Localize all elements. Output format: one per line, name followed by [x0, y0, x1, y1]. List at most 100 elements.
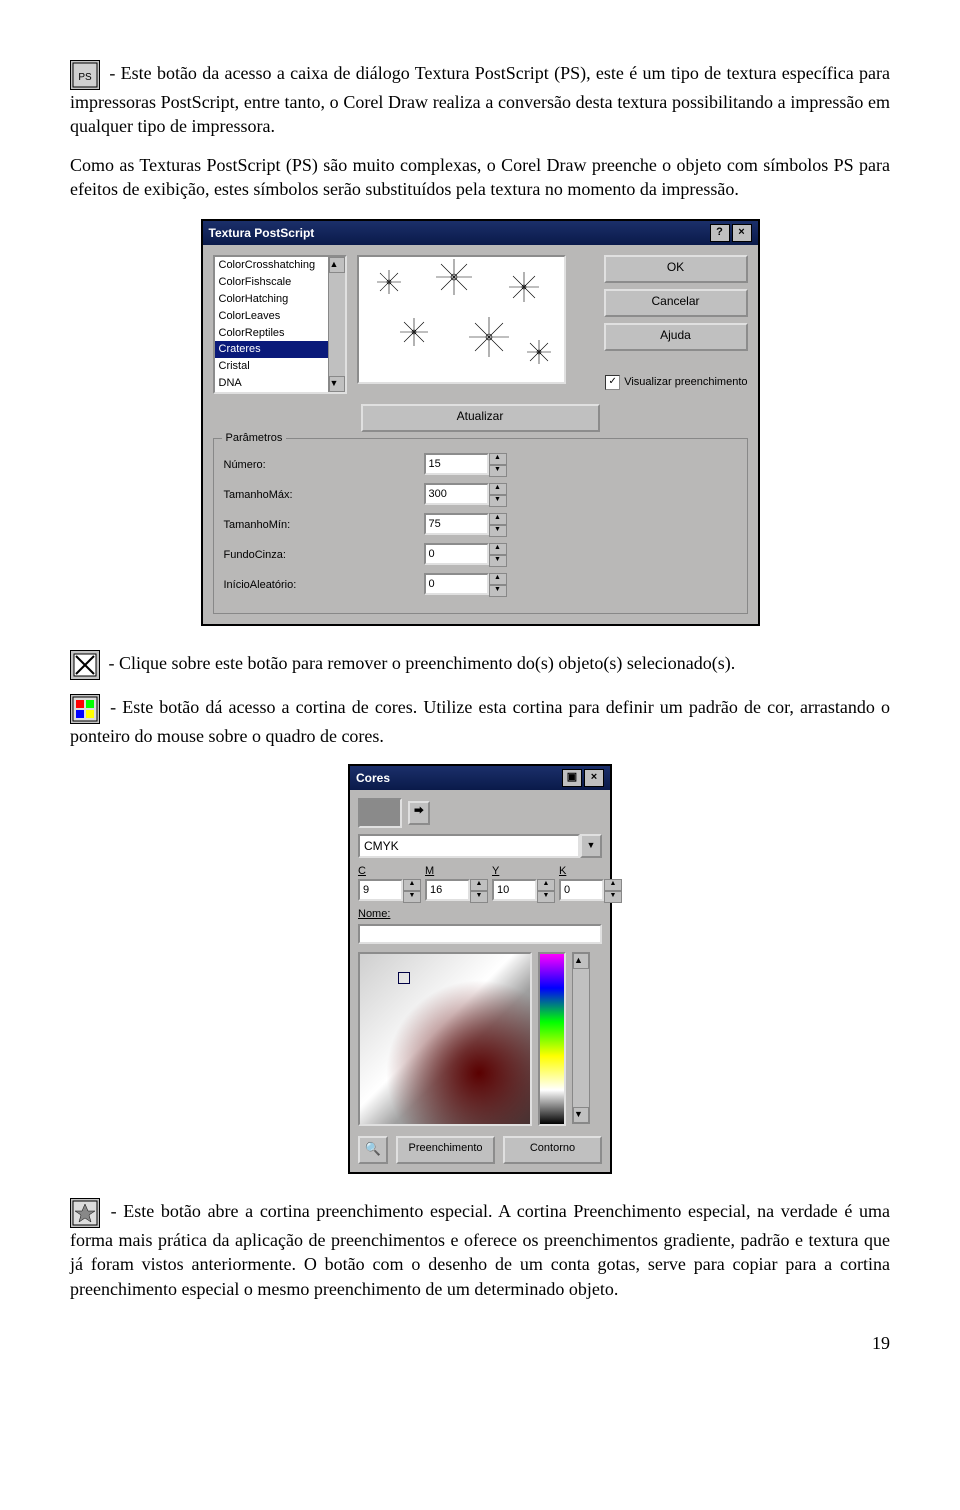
list-item[interactable]: ColorCrosshatching — [215, 257, 328, 274]
channel-label: M — [425, 864, 488, 879]
color-model-select[interactable] — [358, 834, 580, 858]
param-row: Número: ▲▼ — [224, 453, 737, 477]
channel-spinner[interactable]: ▲▼ — [559, 879, 622, 903]
paragraph-remove-fill: - Clique sobre este botão para remover o… — [70, 650, 890, 680]
spin-down-icon[interactable]: ▼ — [489, 555, 507, 567]
param-spinner[interactable]: ▲▼ — [424, 453, 507, 477]
swatch-flyout-button[interactable]: ⮕ — [408, 801, 430, 825]
list-item[interactable]: ColorHatching — [215, 291, 328, 308]
param-input[interactable] — [424, 483, 489, 505]
channel-input[interactable] — [358, 879, 403, 901]
channel-label: Y — [492, 864, 555, 879]
spin-down-icon[interactable]: ▼ — [489, 495, 507, 507]
help-button[interactable]: Ajuda — [604, 323, 748, 351]
channel-input[interactable] — [492, 879, 537, 901]
spin-up-icon[interactable]: ▲ — [470, 879, 488, 891]
listbox-scrollbar[interactable]: ▲▼ — [328, 257, 345, 392]
dialog-titlebar: Textura PostScript ? × — [203, 221, 758, 245]
help-titlebar-button[interactable]: ? — [710, 224, 730, 242]
list-item-selected[interactable]: Crateres — [215, 341, 328, 358]
paragraph-ps-intro: PS - Este botão da acesso a caixa de diá… — [70, 60, 890, 139]
param-input[interactable] — [424, 453, 489, 475]
spin-down-icon[interactable]: ▼ — [403, 891, 421, 903]
cancel-button[interactable]: Cancelar — [604, 289, 748, 317]
param-label: TamanhoMáx: — [224, 488, 424, 503]
channel-spinner[interactable]: ▲▼ — [492, 879, 555, 903]
param-spinner[interactable]: ▲▼ — [424, 543, 507, 567]
name-label: Nome: — [358, 907, 602, 922]
list-item[interactable]: Cristal — [215, 358, 328, 375]
hue-bar[interactable] — [538, 952, 566, 1126]
param-spinner[interactable]: ▲▼ — [424, 483, 507, 507]
text: - Este botão da acesso a caixa de diálog… — [70, 63, 890, 136]
texture-preview — [357, 255, 566, 384]
channel-input[interactable] — [559, 879, 604, 901]
list-item[interactable]: ColorReptiles — [215, 325, 328, 342]
text: - Este botão abre a cortina preenchiment… — [70, 1201, 890, 1298]
channel-label: C — [358, 864, 421, 879]
param-input[interactable] — [424, 513, 489, 535]
close-titlebar-button[interactable]: × — [732, 224, 752, 242]
outline-tab-button[interactable]: Contorno — [503, 1136, 602, 1164]
param-row: InícioAleatório: ▲▼ — [224, 573, 737, 597]
list-item[interactable]: ColorFishscale — [215, 274, 328, 291]
hue-scrollbar[interactable]: ▲▼ — [572, 952, 590, 1124]
update-button[interactable]: Atualizar — [361, 404, 600, 432]
channel-input[interactable] — [425, 879, 470, 901]
picker-marker-icon — [398, 972, 410, 984]
spin-up-icon[interactable]: ▲ — [604, 879, 622, 891]
dialog-title: Textura PostScript — [209, 225, 315, 241]
spin-down-icon[interactable]: ▼ — [489, 465, 507, 477]
fill-tab-button[interactable]: Preenchimento — [396, 1136, 495, 1164]
spin-up-icon[interactable]: ▲ — [489, 453, 507, 465]
list-item[interactable]: Escamas — [215, 392, 328, 394]
eyedropper-button[interactable]: 🔍 — [358, 1136, 388, 1164]
param-spinner[interactable]: ▲▼ — [424, 513, 507, 537]
list-item[interactable]: ColorLeaves — [215, 308, 328, 325]
rollup-button[interactable]: ▣ — [562, 769, 582, 787]
dropdown-icon[interactable]: ▼ — [580, 834, 602, 858]
ok-button[interactable]: OK — [604, 255, 748, 283]
spin-up-icon[interactable]: ▲ — [403, 879, 421, 891]
param-label: Número: — [224, 458, 424, 473]
text: - Este botão dá acesso a cortina de core… — [70, 697, 890, 746]
special-fill-icon — [70, 1198, 100, 1228]
param-spinner[interactable]: ▲▼ — [424, 573, 507, 597]
dialog-titlebar: Cores ▣ × — [350, 766, 610, 790]
param-input[interactable] — [424, 573, 489, 595]
paragraph-special-fill: - Este botão abre a cortina preenchiment… — [70, 1198, 890, 1301]
ps-icon: PS — [70, 60, 100, 90]
spin-up-icon[interactable]: ▲ — [489, 573, 507, 585]
colors-dialog: Cores ▣ × ⮕ ▼ C ▲▼ M ▲▼ Y ▲▼ — [348, 764, 612, 1174]
preview-fill-checkbox[interactable]: ✓ Visualizar preenchimento — [605, 375, 747, 390]
spin-up-icon[interactable]: ▲ — [489, 513, 507, 525]
checkbox-icon: ✓ — [605, 375, 620, 390]
spin-up-icon[interactable]: ▲ — [537, 879, 555, 891]
texture-listbox[interactable]: ColorCrosshatching ColorFishscale ColorH… — [213, 255, 347, 394]
close-titlebar-button[interactable]: × — [584, 769, 604, 787]
param-row: TamanhoMín: ▲▼ — [224, 513, 737, 537]
text: - Clique sobre este botão para remover o… — [109, 653, 736, 673]
spin-up-icon[interactable]: ▲ — [489, 543, 507, 555]
spin-down-icon[interactable]: ▼ — [470, 891, 488, 903]
color-palette-icon — [70, 694, 100, 724]
checkbox-label: Visualizar preenchimento — [624, 375, 747, 390]
spin-down-icon[interactable]: ▼ — [537, 891, 555, 903]
postscript-texture-dialog: Textura PostScript ? × ColorCrosshatchin… — [201, 219, 760, 626]
channel-spinner[interactable]: ▲▼ — [358, 879, 421, 903]
spin-down-icon[interactable]: ▼ — [604, 891, 622, 903]
channel-label: K — [559, 864, 622, 879]
remove-fill-icon — [70, 650, 100, 680]
color-name-input[interactable] — [358, 924, 602, 944]
dialog-title: Cores — [356, 770, 390, 786]
page-number: 19 — [70, 1331, 890, 1355]
parameters-group: Parâmetros Número: ▲▼ TamanhoMáx: ▲▼ Tam… — [213, 438, 748, 614]
list-item[interactable]: DNA — [215, 375, 328, 392]
channel-spinner[interactable]: ▲▼ — [425, 879, 488, 903]
color-picker-area[interactable] — [358, 952, 532, 1126]
param-input[interactable] — [424, 543, 489, 565]
spin-up-icon[interactable]: ▲ — [489, 483, 507, 495]
group-legend: Parâmetros — [222, 431, 287, 446]
spin-down-icon[interactable]: ▼ — [489, 525, 507, 537]
spin-down-icon[interactable]: ▼ — [489, 585, 507, 597]
